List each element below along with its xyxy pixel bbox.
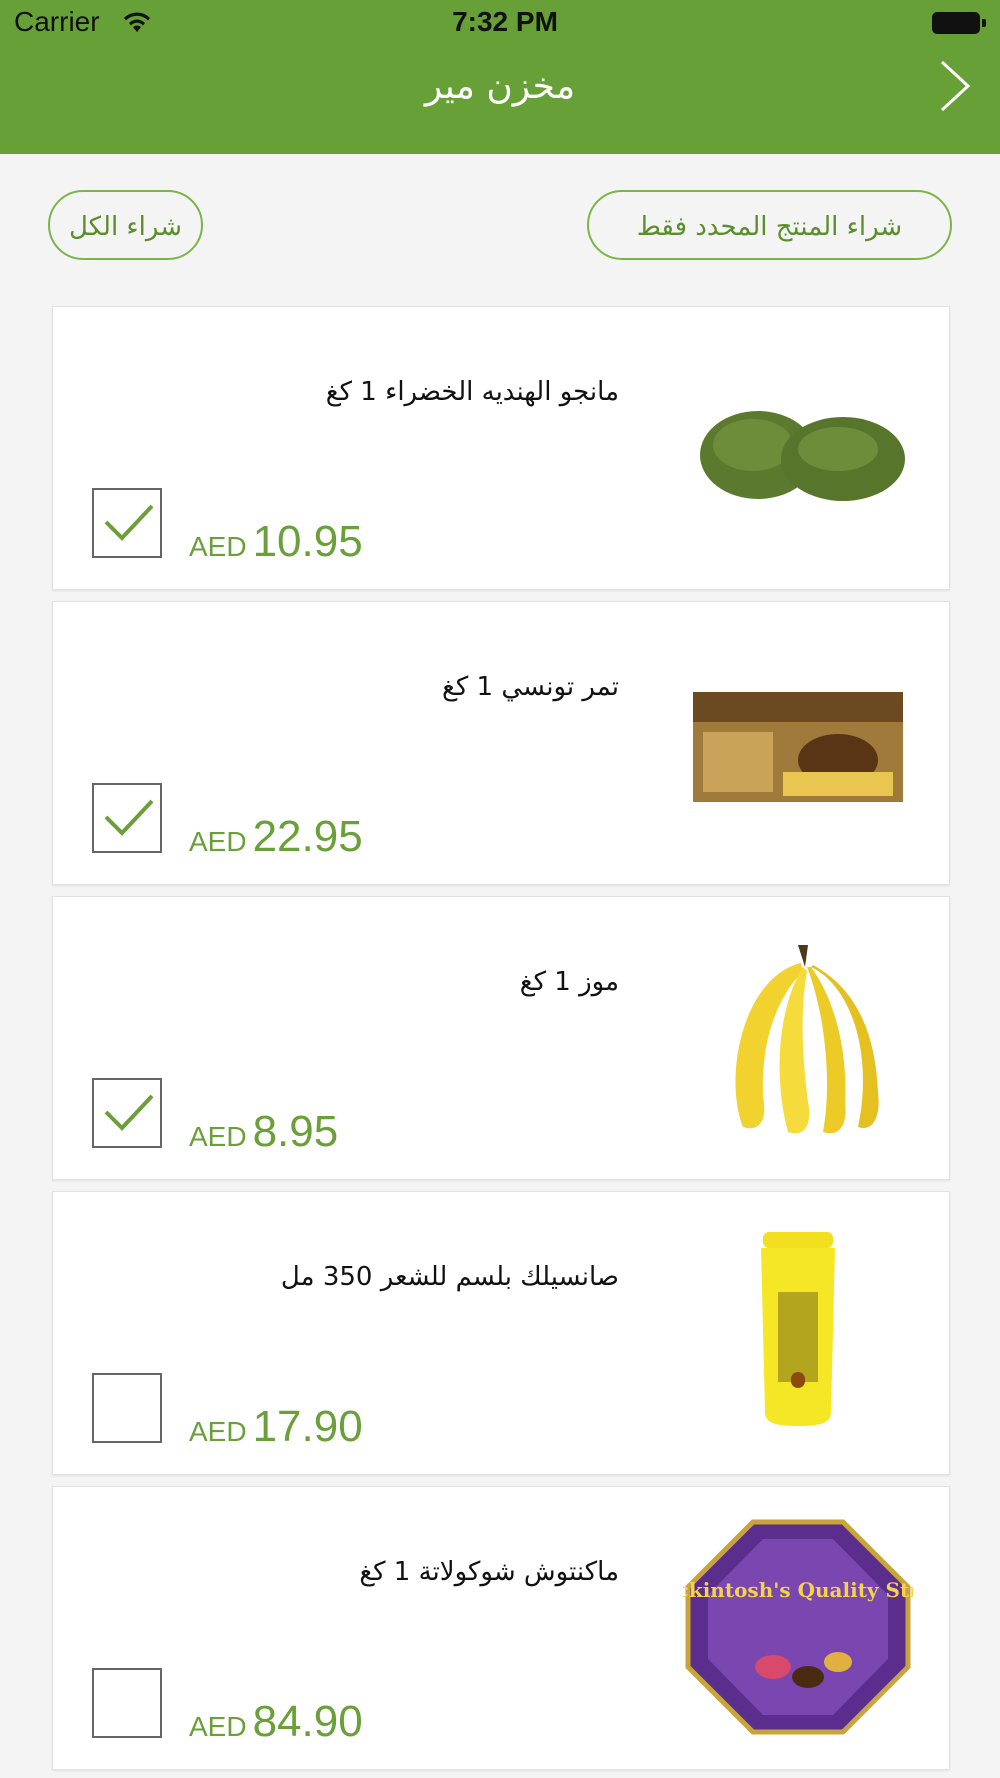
product-card[interactable]: مانجو الهنديه الخضراء 1 كغ AED 10.95 — [52, 306, 950, 590]
currency-label: AED — [189, 1121, 247, 1152]
currency-label: AED — [189, 531, 247, 562]
product-name: مانجو الهنديه الخضراء 1 كغ — [325, 377, 619, 407]
product-price: AED 8.95 — [189, 1107, 338, 1157]
product-card[interactable]: صانسيلك بلسم للشعر 350 مل AED 17.90 — [52, 1191, 950, 1475]
product-checkbox[interactable] — [92, 1668, 162, 1738]
product-name: موز 1 كغ — [519, 967, 619, 997]
currency-label: AED — [189, 1416, 247, 1447]
product-card[interactable]: تمر تونسي 1 كغ AED 22.95 — [52, 601, 950, 885]
product-checkbox[interactable] — [92, 783, 162, 853]
product-name: تمر تونسي 1 كغ — [442, 672, 619, 702]
price-amount: 8.95 — [252, 1107, 339, 1156]
chevron-right-icon[interactable] — [934, 56, 974, 116]
checkmark-icon — [104, 1094, 154, 1131]
banana-bunch-image — [735, 945, 879, 1134]
product-card[interactable]: موز 1 كغ AED 8.95 — [52, 896, 950, 1180]
product-checkbox[interactable] — [92, 1373, 162, 1443]
product-price: AED 22.95 — [189, 812, 363, 862]
product-card[interactable]: ماكنتوش شوكولاتة 1 كغ AED84.90 Mackintos… — [52, 1486, 950, 1770]
product-name: صانسيلك بلسم للشعر 350 مل — [280, 1262, 619, 1292]
product-checkbox[interactable] — [92, 488, 162, 558]
product-name: ماكنتوش شوكولاتة 1 كغ — [359, 1557, 619, 1587]
chocolate-tin-image: Mackintosh's Quality Street — [683, 1519, 913, 1735]
price-amount: 22.95 — [252, 812, 363, 861]
page-title: مخزن مير — [424, 66, 576, 107]
checkmark-icon — [104, 504, 154, 541]
header: Carrier 7:32 PM مخزن مير — [0, 0, 1000, 154]
tin-brand-text: Mackintosh's Quality Street — [683, 1578, 913, 1602]
battery-icon — [932, 12, 986, 34]
status-bar: Carrier 7:32 PM — [0, 0, 1000, 50]
conditioner-bottle-image — [761, 1232, 835, 1426]
product-checkbox[interactable] — [92, 1078, 162, 1148]
product-price: AED 84.90 — [189, 1697, 363, 1747]
checkmark-icon — [104, 799, 154, 836]
buy-selected-button[interactable]: شراء المنتج المحدد فقط — [587, 190, 952, 260]
price-amount: 10.95 — [252, 517, 363, 566]
green-mango-image — [700, 411, 905, 501]
currency-label: AED — [189, 1711, 247, 1742]
buy-all-button[interactable]: شراء الكل — [48, 190, 203, 260]
currency-label: AED — [189, 826, 247, 857]
price-amount: 84.90 — [252, 1697, 363, 1746]
clock: 7:32 PM — [452, 6, 558, 37]
dates-box-image — [693, 692, 903, 802]
product-price: AED 10.95 — [189, 517, 363, 567]
product-price: AED 17.90 — [189, 1402, 363, 1452]
price-amount: 17.90 — [252, 1402, 363, 1451]
